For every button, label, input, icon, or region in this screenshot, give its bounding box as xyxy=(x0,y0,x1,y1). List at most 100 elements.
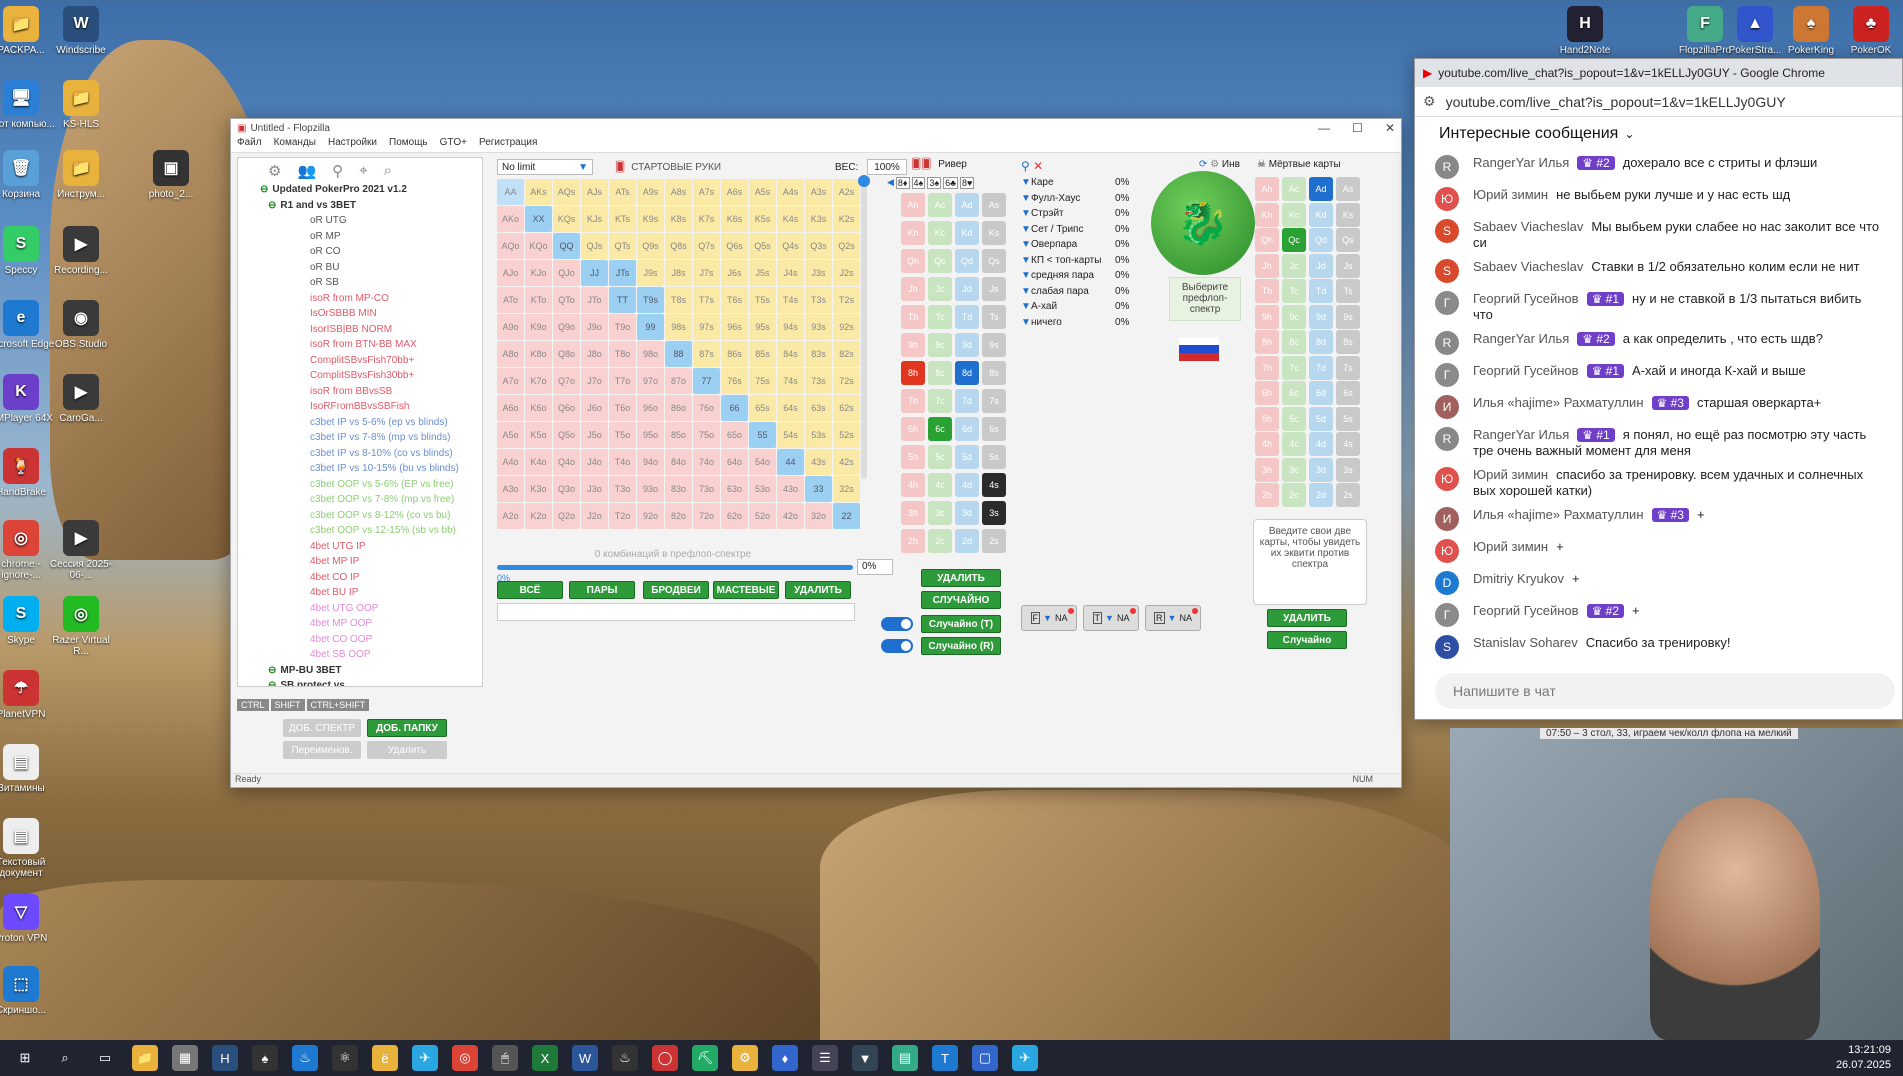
weight-slider[interactable] xyxy=(858,175,870,479)
hand-cell[interactable]: JTo xyxy=(581,287,608,313)
hand-cell[interactable]: A7o xyxy=(497,368,524,394)
card-slot[interactable]: 2c xyxy=(928,529,952,553)
desktop-icon[interactable]: ♣ PokerOK xyxy=(1836,6,1903,56)
desktop-icon[interactable]: ☂ PlanetVPN xyxy=(0,670,56,720)
stat-row[interactable]: ▼ КП < топ-карты 0% xyxy=(1021,255,1141,271)
tree-item[interactable]: isoR from BTN-BB MAX xyxy=(238,337,482,353)
hand-cell[interactable]: K2o xyxy=(525,503,552,529)
hand-cell[interactable]: K3o xyxy=(525,476,552,502)
hand-cell[interactable]: A9s xyxy=(637,179,664,205)
chat-author[interactable]: Юрий зимин xyxy=(1473,187,1548,202)
tree-item[interactable]: isoR from BBvsSB xyxy=(238,384,482,400)
street-filter-tag[interactable]: F ▼ NA xyxy=(1021,605,1077,631)
card-slot[interactable]: 9d xyxy=(1309,304,1333,329)
taskbar-icon[interactable]: 📁 xyxy=(132,1045,158,1071)
hand-cell[interactable]: TT xyxy=(609,287,636,313)
rename-button[interactable]: Переименов. xyxy=(283,741,361,759)
tree-item[interactable]: ⊖ Updated PokerPro 2021 v1.2 xyxy=(238,182,482,198)
card-slot[interactable]: 2s xyxy=(1336,483,1360,507)
hand-cell[interactable]: J5o xyxy=(581,422,608,448)
card-slot[interactable]: Th xyxy=(901,305,925,329)
desktop-icon[interactable]: ▶ Сессия 2025-06-... xyxy=(46,520,116,581)
hand-cell[interactable]: A8o xyxy=(497,341,524,367)
hand-cell[interactable]: 84o xyxy=(665,449,692,475)
hand-cell[interactable]: JTs xyxy=(609,260,636,286)
chat-message[interactable]: Ю Юрий зимин + xyxy=(1415,535,1902,567)
hand-cell[interactable]: T9o xyxy=(609,314,636,340)
combos-slider[interactable] xyxy=(497,565,853,570)
card-slot[interactable]: 8s xyxy=(1336,330,1360,354)
chat-author[interactable]: Юрий зимин xyxy=(1473,539,1548,554)
card-slot[interactable]: 4d xyxy=(1309,432,1333,456)
card-slot[interactable]: 9s xyxy=(1336,304,1360,329)
expand-icon[interactable]: ⊖ xyxy=(268,665,276,676)
card-slot[interactable]: 9h xyxy=(901,333,925,357)
tree-item[interactable]: IsorISB|BB NORM xyxy=(238,322,482,338)
taskbar-icon[interactable]: ✈ xyxy=(412,1045,438,1071)
avatar[interactable]: D xyxy=(1435,571,1459,595)
clear-filter-icon[interactable]: ✕ xyxy=(1033,159,1043,173)
card-slot[interactable]: Qc xyxy=(928,249,952,273)
avatar[interactable]: R xyxy=(1435,427,1459,451)
tree-item[interactable]: IsoRFromBBvsSBFish xyxy=(238,399,482,415)
card-selected[interactable]: 6c xyxy=(928,417,952,441)
card-slot[interactable]: 8s xyxy=(982,361,1006,385)
taskbar-icon[interactable]: ⚙ xyxy=(732,1045,758,1071)
card-slot[interactable]: 4c xyxy=(1282,432,1306,456)
card-slot[interactable]: 5s xyxy=(1336,406,1360,431)
weight-input[interactable]: 100% xyxy=(867,159,907,175)
maximize-button[interactable]: ☐ xyxy=(1352,121,1363,135)
hand-cell[interactable]: Q4s xyxy=(777,233,804,259)
card-slot[interactable]: 6h xyxy=(901,417,925,441)
hand-cell[interactable]: KTo xyxy=(525,287,552,313)
filter-button[interactable]: УДАЛИТЬ xyxy=(785,581,851,599)
card-slot[interactable]: Qs xyxy=(1336,228,1360,252)
taskbar-icon[interactable]: 🖱 xyxy=(492,1045,518,1071)
minimize-button[interactable]: — xyxy=(1318,121,1330,135)
hand-cell[interactable]: 32s xyxy=(833,476,860,502)
hand-cell[interactable]: JJ xyxy=(581,260,608,286)
avatar[interactable]: Ю xyxy=(1435,467,1459,491)
card-slot[interactable]: 7s xyxy=(1336,355,1360,380)
hand-cell[interactable]: Q8s xyxy=(665,233,692,259)
taskbar-icon[interactable]: ♨ xyxy=(612,1045,638,1071)
desktop-icon[interactable]: 📁 KS-HLS xyxy=(46,80,116,130)
hand-cell[interactable]: A8s xyxy=(665,179,692,205)
hand-cell[interactable]: 63o xyxy=(721,476,748,502)
card-slot[interactable]: 7h xyxy=(1255,355,1279,380)
hand-cell[interactable]: T7o xyxy=(609,368,636,394)
card-slot[interactable]: 4h xyxy=(1255,432,1279,456)
card-slot[interactable]: Tc xyxy=(1282,279,1306,303)
hand-cell[interactable]: 64s xyxy=(777,395,804,421)
tree-item[interactable]: IsOrSBBB MIN xyxy=(238,306,482,322)
filter-icon[interactable]: ▼ xyxy=(1021,255,1031,271)
hand-cell[interactable]: J8s xyxy=(665,260,692,286)
hand-cell[interactable]: 66 xyxy=(721,395,748,421)
desktop-icon[interactable]: ▶ Recording... xyxy=(46,226,116,276)
board-delete-button[interactable]: УДАЛИТЬ xyxy=(921,569,1001,587)
board-suit-tab[interactable]: 6♣ xyxy=(943,177,959,189)
card-slot[interactable]: 6d xyxy=(955,417,979,441)
menu-item[interactable]: Помощь xyxy=(389,137,428,152)
taskbar-icon[interactable]: ◎ xyxy=(452,1045,478,1071)
hand-cell[interactable]: Q6s xyxy=(721,233,748,259)
chat-message[interactable]: Г Георгий Гусейнов ♛ #2 + xyxy=(1415,599,1902,631)
stat-row[interactable]: ▼ ничего 0% xyxy=(1021,317,1141,333)
card-slot[interactable]: 5h xyxy=(901,445,925,469)
hand-cell[interactable]: 65o xyxy=(721,422,748,448)
settings-icon[interactable]: ⚙ xyxy=(268,162,281,180)
hand-cell[interactable]: ATo xyxy=(497,287,524,313)
avatar[interactable]: S xyxy=(1435,259,1459,283)
hand-cell[interactable]: 55 xyxy=(749,422,776,448)
hand-cell[interactable]: 72s xyxy=(833,368,860,394)
hand-cell[interactable]: J6s xyxy=(721,260,748,286)
chat-message[interactable]: R RangerYar Илья ♛ #2 а как определить , чт… xyxy=(1415,327,1902,359)
card-slot[interactable]: 9c xyxy=(928,333,952,357)
hand-cell[interactable]: 85o xyxy=(665,422,692,448)
card-slot[interactable]: Kh xyxy=(1255,202,1279,227)
hand-cell[interactable]: 82o xyxy=(665,503,692,529)
card-slot[interactable]: 4c xyxy=(928,473,952,497)
russian-flag-icon[interactable] xyxy=(1179,337,1219,361)
card-slot[interactable]: 3c xyxy=(928,501,952,525)
filter-button[interactable]: ПАРЫ xyxy=(569,581,635,599)
